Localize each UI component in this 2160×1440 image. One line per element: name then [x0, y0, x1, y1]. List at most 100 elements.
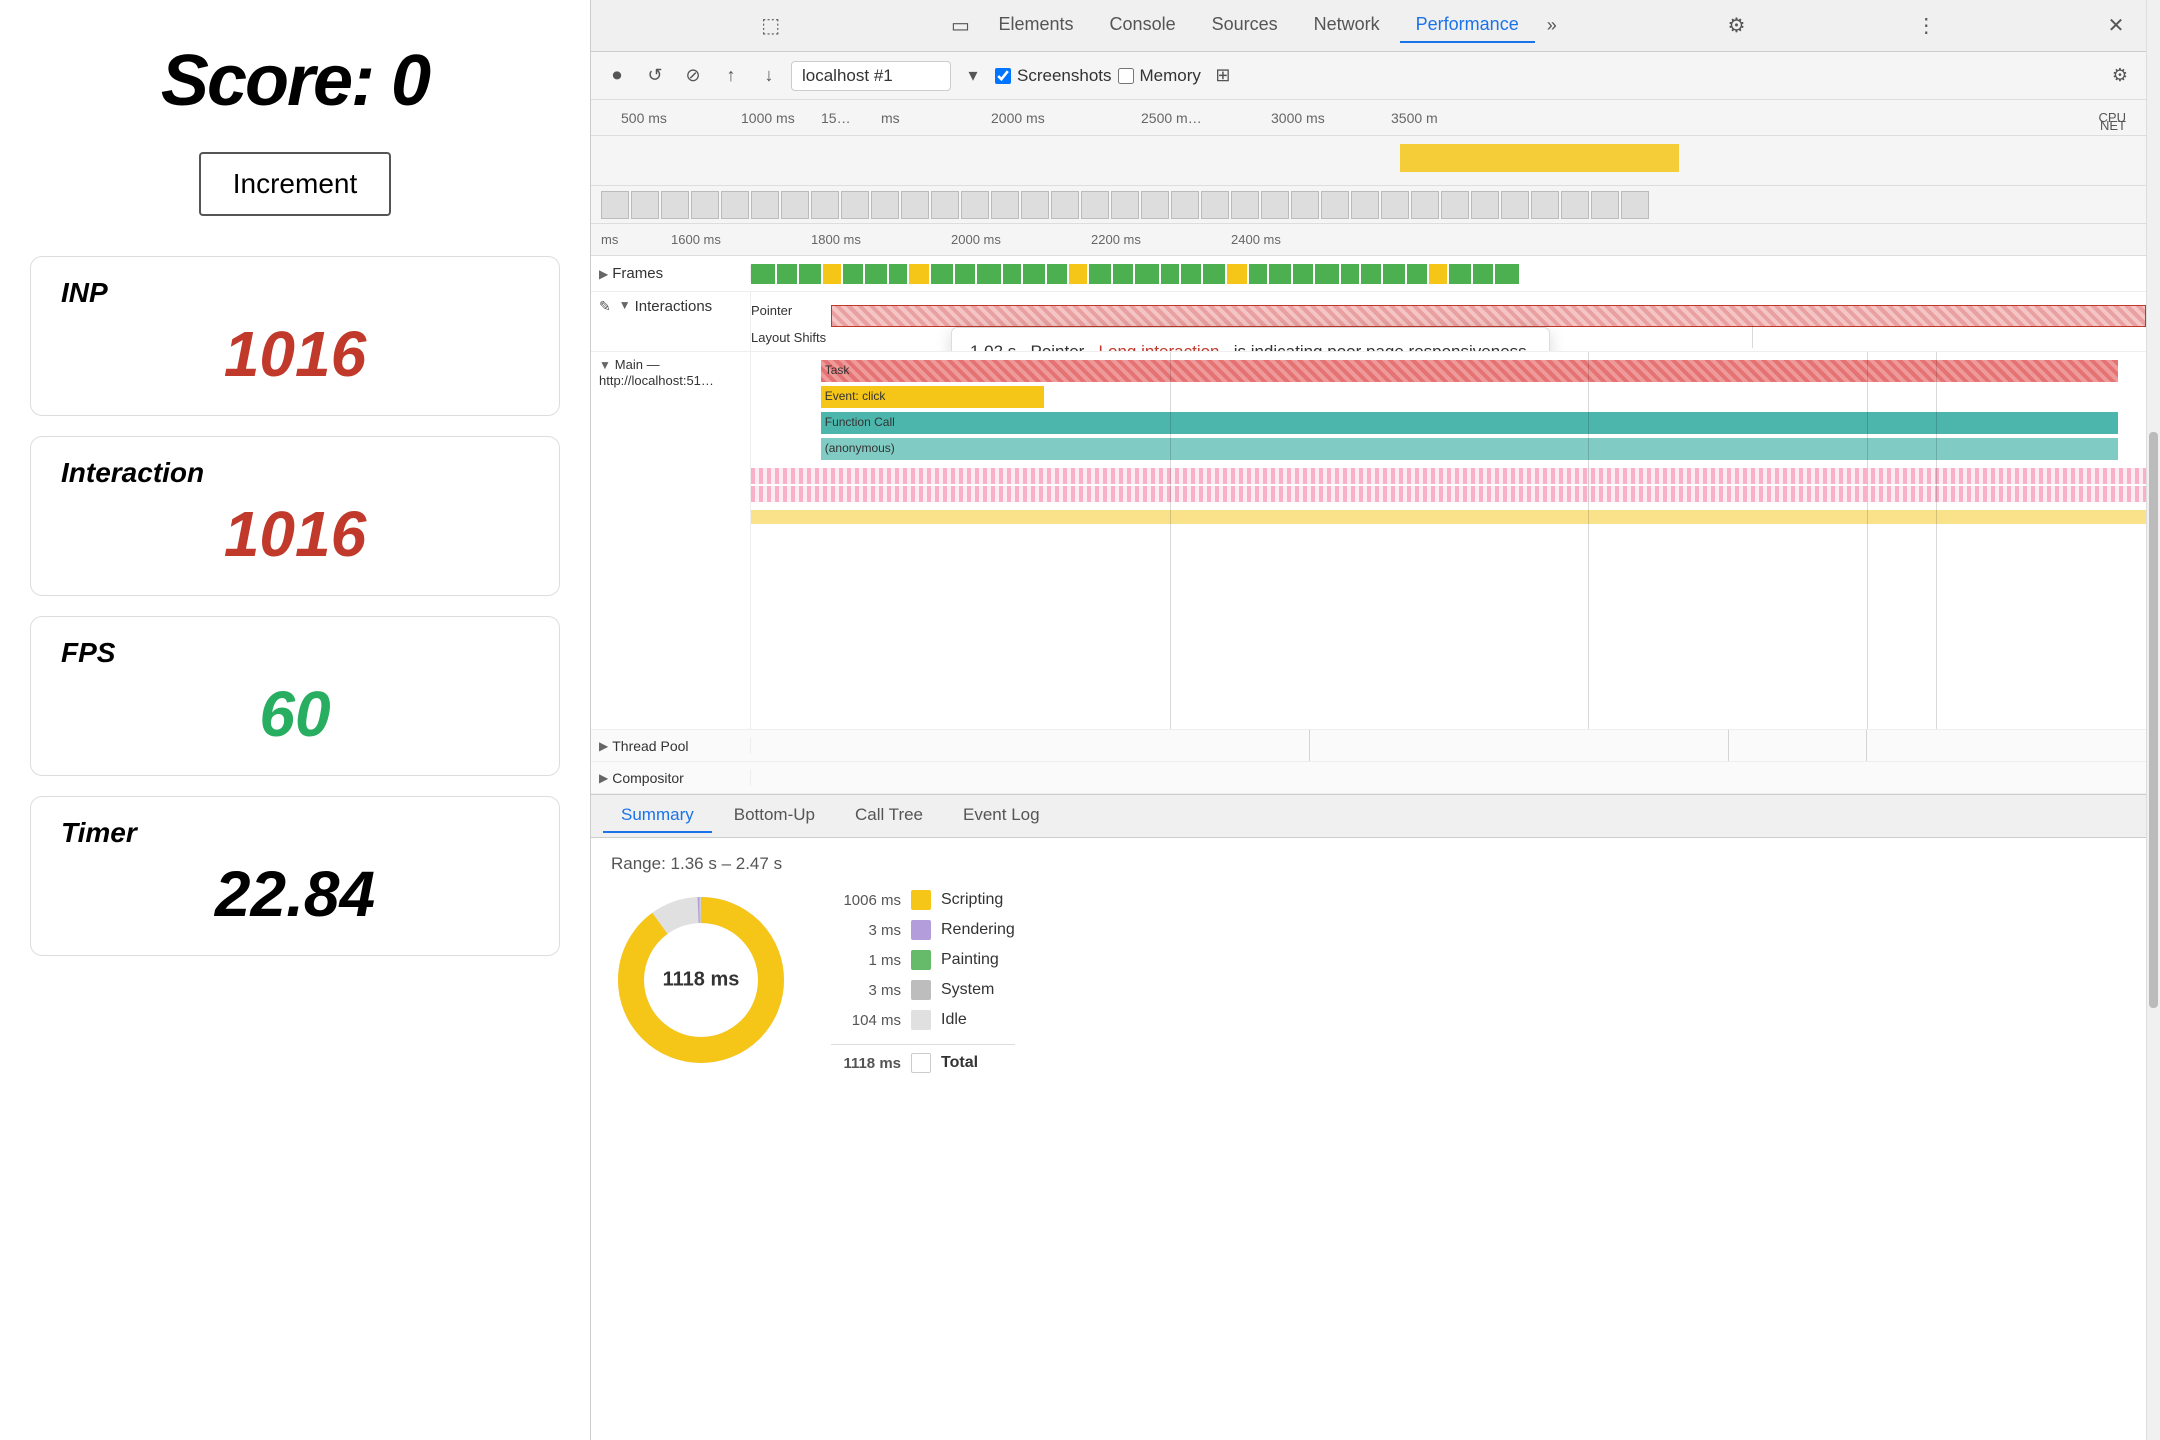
screenshot-thumb [811, 191, 839, 219]
compositor-content [751, 762, 2146, 793]
legend-idle: 104 ms Idle [831, 1010, 1015, 1030]
frame-block [977, 264, 1001, 284]
interactions-content: Pointer 1.02 s Pointer Long interaction [751, 292, 2146, 351]
interaction-label: Interaction [61, 457, 529, 489]
screenshot-thumb [751, 191, 779, 219]
tab-more[interactable]: » [1539, 9, 1565, 42]
frame-block [843, 264, 863, 284]
tab-call-tree[interactable]: Call Tree [837, 799, 941, 833]
frames-label: ▶ Frames [591, 265, 751, 282]
frame-block [1227, 264, 1247, 284]
screenshot-thumb [901, 191, 929, 219]
main-chevron[interactable]: ▼ [599, 358, 611, 372]
thread-pool-track: ▶ Thread Pool [591, 730, 2146, 762]
download-icon[interactable]: ↓ [753, 60, 785, 92]
r2-tick-ms: ms [601, 232, 618, 247]
screenshot-thumb [1561, 191, 1589, 219]
frame-block [889, 264, 907, 284]
tooltip-link[interactable]: Long interaction [1099, 342, 1220, 351]
url-display: localhost #1 [791, 61, 951, 91]
tab-bottom-up[interactable]: Bottom-Up [716, 799, 833, 833]
main-track: ▼ Main — http://localhost:51… Task Event… [591, 352, 2146, 730]
tab-performance[interactable]: Performance [1400, 8, 1535, 43]
tab-event-log[interactable]: Event Log [945, 799, 1058, 833]
memory-toggle[interactable]: Memory [1118, 66, 1201, 86]
inp-label: INP [61, 277, 529, 309]
increment-button[interactable]: Increment [199, 152, 392, 216]
screenshot-thumb [691, 191, 719, 219]
thread-pool-chevron[interactable]: ▶ [599, 739, 608, 753]
screenshot-thumb [1081, 191, 1109, 219]
frames-chevron[interactable]: ▶ [599, 267, 608, 281]
settings-icon[interactable]: ⚙ [1718, 8, 1754, 44]
vline1 [1170, 352, 1171, 729]
devtools-header: ⬚ ▭ Elements Console Sources Network Per… [591, 0, 2146, 52]
pointer-label: Pointer [751, 303, 831, 318]
scripting-swatch [911, 890, 931, 910]
cpu-yellow-block [1400, 144, 1680, 172]
frame-block [1069, 264, 1087, 284]
screenshot-thumb [1261, 191, 1289, 219]
frame-block [1023, 264, 1045, 284]
screenshot-thumb [1501, 191, 1529, 219]
function-call-bar: Function Call [821, 412, 2118, 434]
frame-block [1089, 264, 1111, 284]
frame-block [1361, 264, 1381, 284]
screenshot-thumb [1381, 191, 1409, 219]
tab-summary[interactable]: Summary [603, 799, 712, 833]
main-track-label: ▼ Main — http://localhost:51… [591, 352, 751, 729]
pink-bar-2 [751, 486, 2146, 502]
close-icon[interactable]: ✕ [2098, 8, 2134, 44]
tick-15: 15… [821, 110, 851, 126]
screenshot-thumb [961, 191, 989, 219]
device-icon[interactable]: ▭ [943, 8, 979, 44]
upload-icon[interactable]: ↑ [715, 60, 747, 92]
idle-value: 104 ms [831, 1012, 901, 1029]
url-arrow-icon[interactable]: ▾ [957, 60, 989, 92]
rendering-label: Rendering [941, 921, 1015, 939]
compositor-chevron[interactable]: ▶ [599, 771, 608, 785]
legend-scripting: 1006 ms Scripting [831, 890, 1015, 910]
memory-icon[interactable]: ⊞ [1207, 60, 1239, 92]
gear-icon[interactable]: ⚙ [2104, 60, 2136, 92]
cursor-icon[interactable]: ⬚ [753, 8, 789, 44]
bottom-tabs: Summary Bottom-Up Call Tree Event Log [591, 794, 2146, 838]
pointer-block[interactable] [831, 305, 2146, 327]
memory-checkbox[interactable] [1118, 68, 1134, 84]
gold-bar [751, 510, 2146, 524]
pink-bar-1 [751, 468, 2146, 484]
record-icon[interactable]: ⏺ [601, 60, 633, 92]
tick-3000: 3000 ms [1271, 110, 1325, 126]
screenshot-thumb [1621, 191, 1649, 219]
system-label: System [941, 981, 994, 999]
frame-block [909, 264, 929, 284]
frame-block [1113, 264, 1133, 284]
screenshot-thumb [601, 191, 629, 219]
tab-sources[interactable]: Sources [1196, 8, 1294, 43]
frame-block [1203, 264, 1225, 284]
scrollbar-thumb[interactable] [2149, 432, 2158, 1008]
tab-console[interactable]: Console [1094, 8, 1192, 43]
inp-card: INP 1016 [30, 256, 560, 416]
tab-network[interactable]: Network [1298, 8, 1396, 43]
left-panel: Score: 0 Increment INP 1016 Interaction … [0, 0, 590, 1440]
screenshots-checkbox[interactable] [995, 68, 1011, 84]
screenshots-toggle[interactable]: Screenshots [995, 66, 1112, 86]
tab-elements[interactable]: Elements [983, 8, 1090, 43]
reload-icon[interactable]: ↺ [639, 60, 671, 92]
frame-block [1449, 264, 1471, 284]
tp-vline3 [1866, 730, 1867, 761]
screenshot-thumb [1201, 191, 1229, 219]
dt-toolbar: ⏺ ↺ ⊘ ↑ ↓ localhost #1 ▾ Screenshots Mem… [591, 52, 2146, 100]
thread-pool-label: ▶ Thread Pool [591, 738, 751, 754]
anonymous-bar: (anonymous) [821, 438, 2118, 460]
donut-chart: 1118 ms [611, 890, 791, 1070]
vline2 [1588, 352, 1589, 729]
more-icon[interactable]: ⋮ [1908, 8, 1944, 44]
clear-icon[interactable]: ⊘ [677, 60, 709, 92]
tick-500: 500 ms [621, 110, 667, 126]
r2-tick-2000: 2000 ms [951, 232, 1001, 247]
vline4 [1936, 352, 1937, 729]
interactions-chevron[interactable]: ▼ [619, 298, 631, 312]
fps-value: 60 [61, 677, 529, 751]
